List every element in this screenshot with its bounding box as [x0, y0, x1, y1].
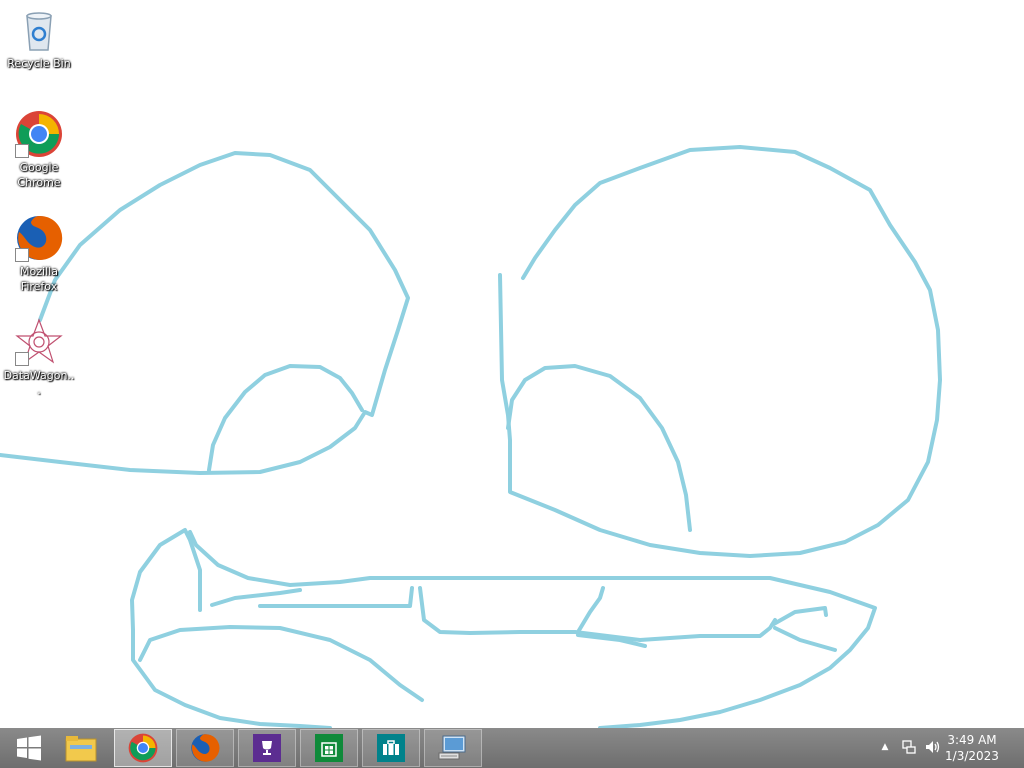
- taskbar-firefox[interactable]: [176, 729, 234, 767]
- datawagon-icon: [15, 318, 63, 366]
- firefox-icon: [191, 734, 220, 762]
- desktop: Recycle Bin Google Chrome Mozilla Firefo…: [0, 0, 1024, 728]
- desktop-icon-label: Google Chrome: [17, 161, 61, 189]
- shortcut-arrow-icon: [15, 144, 29, 158]
- chrome-icon: [128, 733, 158, 763]
- desktop-icon-datawagon[interactable]: DataWagon...: [2, 318, 76, 398]
- taskbar-chrome[interactable]: [114, 729, 172, 767]
- taskbar-remote-desktop[interactable]: [424, 729, 482, 767]
- desktop-icon-recycle-bin[interactable]: Recycle Bin: [2, 6, 76, 71]
- taskbar: ▲ 3:49 AM 1/3/2023: [0, 728, 1024, 768]
- windows-logo-icon: [17, 735, 41, 761]
- start-button[interactable]: [0, 729, 58, 767]
- desktop-icon-mozilla-firefox[interactable]: Mozilla Firefox: [2, 214, 76, 294]
- clock[interactable]: 3:49 AM 1/3/2023: [940, 732, 1004, 764]
- desktop-icon-label: DataWagon...: [3, 369, 75, 397]
- desktop-icon-google-chrome[interactable]: Google Chrome: [2, 110, 76, 190]
- desktop-icon-label: Recycle Bin: [7, 57, 71, 70]
- desktop-icon-label: Mozilla Firefox: [20, 265, 58, 293]
- store-icon: [315, 734, 343, 762]
- clock-time: 3:49 AM: [947, 733, 997, 747]
- freehand-drawing: [0, 145, 942, 728]
- remote-desktop-icon: [438, 735, 466, 760]
- briefcase-app-icon: [377, 734, 405, 762]
- show-hidden-icons-button[interactable]: ▲: [874, 736, 896, 758]
- file-explorer-icon: [65, 736, 97, 762]
- firefox-icon: [15, 214, 63, 262]
- taskbar-briefcase-app[interactable]: [362, 729, 420, 767]
- taskbar-file-explorer[interactable]: [52, 729, 110, 767]
- system-tray: ▲ 3:49 AM 1/3/2023: [864, 728, 1024, 768]
- taskbar-trophy-app[interactable]: [238, 729, 296, 767]
- trophy-app-icon: [253, 734, 281, 762]
- clock-date: 1/3/2023: [945, 749, 999, 763]
- recycle-bin-icon: [15, 6, 63, 54]
- network-icon[interactable]: [898, 736, 920, 758]
- shortcut-arrow-icon: [15, 248, 29, 262]
- chevron-up-icon: ▲: [881, 742, 889, 752]
- chrome-icon: [15, 110, 63, 158]
- shortcut-arrow-icon: [15, 352, 29, 366]
- taskbar-store[interactable]: [300, 729, 358, 767]
